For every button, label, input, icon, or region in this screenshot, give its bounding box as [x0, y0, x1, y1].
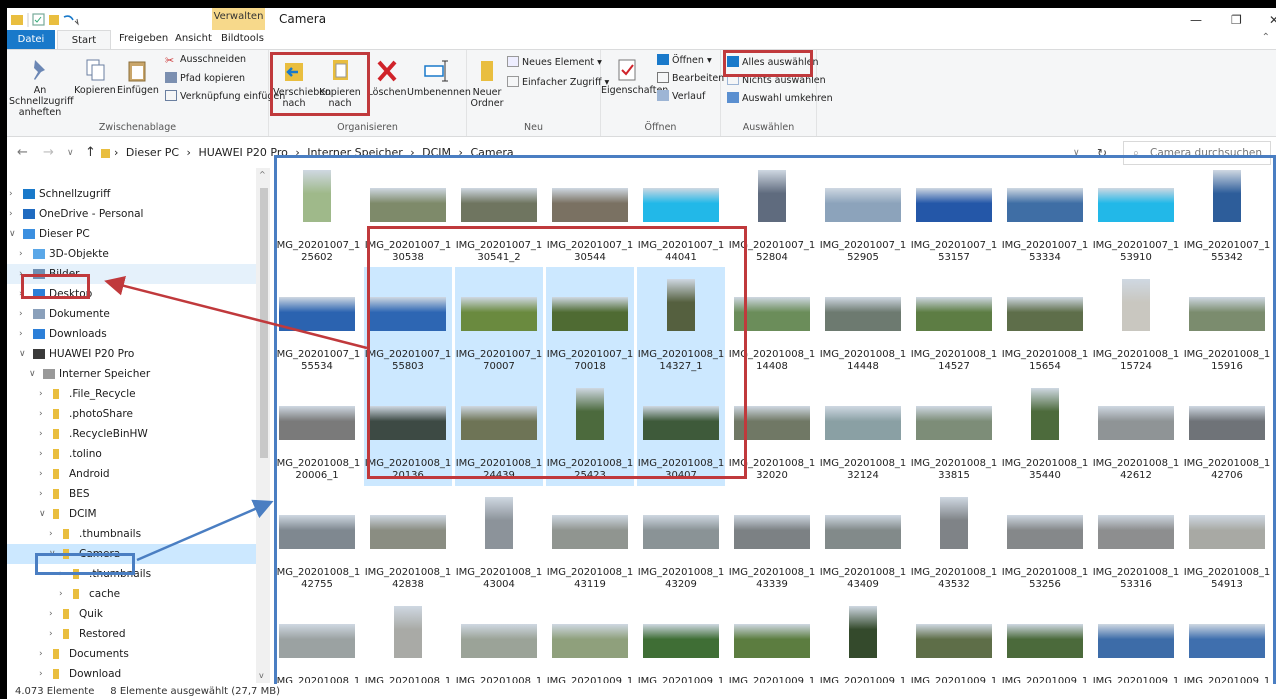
arrow-camera-to-view	[136, 499, 274, 562]
status-bar: 4.073 Elemente 8 Elemente ausgewählt (27…	[7, 684, 1276, 699]
annotation-arrows	[104, 276, 368, 562]
selection-info: 8 Elemente ausgewählt (27,7 MB)	[110, 686, 280, 697]
explorer-window: Verwalten Camera — ❐ ✕ Datei Start Freig…	[7, 8, 1276, 699]
item-count: 4.073 Elemente	[15, 686, 95, 697]
arrow-selection-to-bilder	[104, 276, 368, 350]
